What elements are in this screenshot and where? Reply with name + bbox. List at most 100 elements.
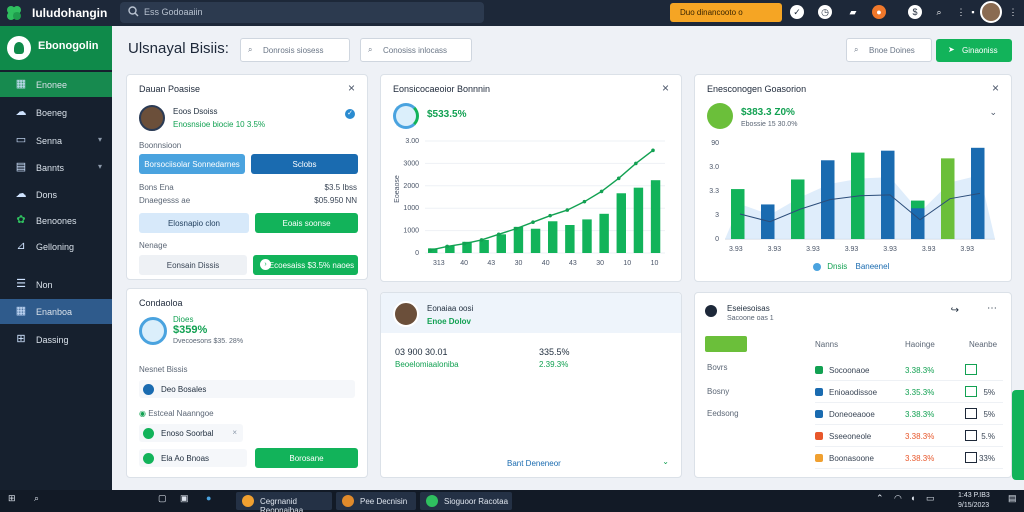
taskbar-app-3[interactable]: Sioguoor Racotaa: [420, 492, 512, 510]
send-icon: ➤: [948, 45, 955, 54]
column-header: Neanbe: [969, 340, 998, 349]
legend-label: Baneenel: [855, 262, 890, 271]
search-icon[interactable]: ⌕: [34, 493, 39, 504]
taskbar-app-2[interactable]: Pee Decnisin: [336, 492, 416, 510]
row-name: Enioaodissoe: [829, 388, 878, 397]
filter-three[interactable]: ⌕ Bnoe Doines: [846, 38, 932, 62]
list-item[interactable]: Enoso Soorbal ×: [139, 424, 243, 442]
green-button[interactable]: Borosane: [255, 448, 358, 468]
close-icon[interactable]: ×: [232, 428, 237, 437]
cart-icon: ⊞: [16, 333, 26, 345]
user-avatar[interactable]: [980, 1, 1002, 23]
table-row[interactable]: Boonasoone 3.38.3% 33%: [815, 449, 1003, 469]
growth-card-title: Eonsicocaeoior Bonnnin: [393, 84, 491, 94]
row-checkbox[interactable]: [965, 452, 977, 463]
bar: [513, 226, 524, 253]
side-panel-toggle[interactable]: [1012, 390, 1024, 480]
notification-icon[interactable]: ▤: [1008, 493, 1017, 504]
stat-ring-icon: [393, 103, 419, 129]
list-item[interactable]: Deo Bosales: [139, 380, 355, 398]
sidebar-item-6[interactable]: ✿ Benoones: [0, 208, 112, 233]
more-vertical-icon[interactable]: ⋮: [1006, 5, 1020, 19]
sidebar-item-4[interactable]: ▤ Bannts ▾: [0, 155, 112, 180]
table-row[interactable]: Doneoeaooe 3.38.3% 5%: [815, 405, 1003, 425]
sidebar-item-10[interactable]: ⊞ Dassing: [0, 327, 112, 352]
row-checkbox[interactable]: [965, 408, 977, 419]
search-icon[interactable]: ⌕: [932, 5, 946, 19]
briefcase-icon[interactable]: ▰: [846, 5, 860, 19]
select-field[interactable]: Eonsain Dissis: [139, 255, 247, 275]
cloud-icon: ☁: [15, 188, 27, 200]
global-search-input[interactable]: Ess Godoaaiin: [120, 2, 484, 23]
browser-icon[interactable]: ●: [206, 493, 211, 503]
side-item[interactable]: Bovrs: [707, 363, 727, 372]
volume-icon[interactable]: ◖: [910, 493, 915, 503]
sidebar-item-3[interactable]: ▭ Senna ▾: [0, 128, 112, 153]
primary-button[interactable]: Borsociisolar Sonnedarnes: [139, 154, 245, 174]
sidebar-item-7[interactable]: ⊿ Gelloning: [0, 234, 112, 259]
list-item-label: Enoso Soorbal: [161, 429, 214, 438]
sidebar-item-label: Dassing: [36, 335, 69, 345]
chevron-down-icon[interactable]: ⌄: [989, 107, 997, 118]
clock-icon[interactable]: ◷: [818, 5, 832, 19]
y-tick-label: 90: [711, 140, 719, 147]
sidebar-item-2[interactable]: ☁ Boeneg: [0, 100, 112, 125]
user-card-footer[interactable]: Bant Deneneor: [507, 459, 561, 468]
table-row[interactable]: Sseeoneole 3.38.3% 5.%: [815, 427, 1003, 447]
list-item[interactable]: Ela Ao Bnoas: [139, 449, 247, 467]
user-card: Eonaiaa oosi Enoe Dolov 03 900 30.01 Beo…: [380, 292, 682, 478]
dollar-icon[interactable]: $: [908, 5, 922, 19]
y-tick-label: 0: [415, 250, 419, 257]
light-button[interactable]: Elosnapio clon: [139, 213, 249, 233]
taskbar-app-1[interactable]: Cegrnanid Reopnaibaa: [236, 492, 332, 512]
toggle-button[interactable]: › Ecoesaiss $3.5% naoes: [253, 255, 358, 275]
close-icon[interactable]: ×: [348, 81, 355, 95]
x-tick-label: 43: [569, 260, 577, 267]
row-checkbox[interactable]: [965, 386, 977, 397]
task-view-icon[interactable]: ▢: [158, 493, 167, 504]
workspace-logo-icon: [7, 36, 31, 60]
sidebar-item-1[interactable]: ▦ Enonee: [0, 72, 112, 97]
share-icon[interactable]: ↪: [951, 305, 959, 316]
sidebar-item-9[interactable]: ▦ Enanboa: [0, 299, 112, 324]
close-icon[interactable]: ×: [662, 81, 669, 95]
row-checkbox[interactable]: [965, 364, 977, 375]
row-change: 3.38.3%: [905, 410, 935, 419]
row-label: Nenage: [139, 241, 168, 250]
side-item[interactable]: Eedsong: [707, 409, 739, 418]
row-value: 5.%: [981, 432, 995, 441]
chat-icon[interactable]: ▣: [180, 493, 189, 504]
sidebar-item-label: Non: [36, 280, 53, 290]
green-tag-button[interactable]: [705, 336, 747, 352]
chevron-up-icon[interactable]: ⌃: [876, 493, 884, 504]
side-item[interactable]: Bosny: [707, 387, 729, 396]
sidebar-item-8[interactable]: ☰ Non: [0, 272, 112, 297]
wifi-icon[interactable]: ◠: [894, 493, 902, 504]
table-row[interactable]: Enioaodissoe 3.35.3% 5%: [815, 383, 1003, 403]
check-icon[interactable]: ✓: [790, 5, 804, 19]
fire-icon[interactable]: ●: [872, 5, 886, 19]
close-icon[interactable]: ×: [992, 81, 999, 95]
header-action-label: Ginaoniss: [962, 46, 998, 55]
sidebar-item-5[interactable]: ☁ Dons: [0, 182, 112, 207]
windows-start-icon[interactable]: ⊞: [8, 493, 16, 504]
green-button[interactable]: Eoais soonse: [255, 213, 358, 233]
filter-one[interactable]: ⌕ Donrosis siosess: [240, 38, 350, 62]
workspace-header[interactable]: Ebonogolin: [0, 26, 112, 70]
comparison-chart: 90 3.0 3.3 3 0 3.93 3.93 3.93 3.93 3.93 3.93 3.93: [709, 140, 995, 253]
person-icon[interactable]: ▪: [966, 5, 980, 19]
y-tick-label: 3.00: [405, 138, 419, 145]
secondary-button[interactable]: Sclobs: [251, 154, 358, 174]
y-tick-label: 3000: [403, 160, 419, 167]
battery-icon[interactable]: ▭: [926, 493, 935, 504]
expand-icon[interactable]: ⌄: [662, 457, 669, 466]
more-icon[interactable]: ⋯: [987, 303, 997, 314]
row-checkbox[interactable]: [965, 430, 977, 441]
filter-two[interactable]: ⌕ Conosiss inlocass: [360, 38, 472, 62]
row-value: $05.950 NN: [314, 196, 357, 205]
header-action-button[interactable]: ➤ Ginaoniss: [936, 39, 1012, 62]
table-row[interactable]: Socoonaoe 3.38.3%: [815, 361, 1003, 381]
promo-button[interactable]: Duo dinancooto o: [670, 3, 782, 22]
comparison-sub: Ebossie 15 30.0%: [741, 121, 798, 128]
user-name: Eonaiaa oosi: [427, 304, 474, 313]
